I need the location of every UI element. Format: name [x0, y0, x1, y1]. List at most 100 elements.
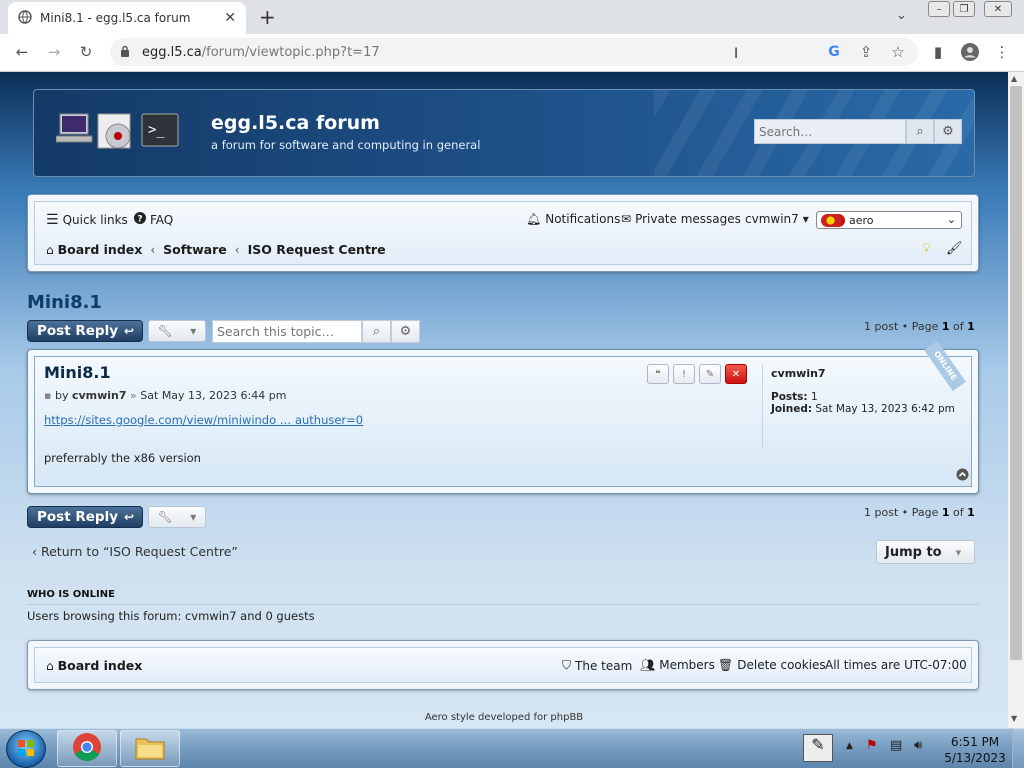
system-clock[interactable]: 6:51 PM 5/13/2023 [942, 734, 1008, 766]
search-icon[interactable]: ⌕ [362, 320, 391, 343]
post-title[interactable]: Mini8.1 [44, 363, 111, 382]
network-icon[interactable]: ▤ [890, 738, 902, 753]
caret-down-icon: ▾ [190, 510, 197, 524]
url-text: egg.l5.ca/forum/viewtopic.php?t=17 [142, 44, 380, 60]
report-icon[interactable]: ! [673, 364, 695, 384]
advanced-search-gear-icon[interactable]: ⚙ [934, 119, 962, 144]
breadcrumb-iso-request-centre[interactable]: ISO Request Centre [248, 242, 386, 257]
side-panel-icon[interactable]: ▮ [926, 40, 950, 64]
return-link[interactable]: ‹ Return to “ISO Request Centre” [32, 544, 238, 559]
style-select[interactable]: aero ⌄ [816, 211, 962, 229]
taskbar-chrome-button[interactable] [57, 730, 117, 767]
delete-icon[interactable]: ✕ [725, 364, 747, 384]
text-cursor-icon: I [734, 46, 739, 62]
question-circle-icon: ? [134, 212, 146, 227]
restore-button[interactable]: ❐ [953, 1, 975, 17]
site-logo[interactable]: >_ [55, 110, 180, 152]
lightbulb-icon[interactable]: 💡︎ [922, 241, 931, 256]
folder-icon [134, 733, 166, 764]
quick-links-button[interactable]: ☰ Quick links [46, 212, 128, 228]
caret-down-icon: ▾ [190, 324, 197, 338]
post-reply-button[interactable]: Post Reply ↩ [27, 320, 143, 342]
post-file-icon[interactable]: ▪ [44, 389, 51, 402]
profile-icon[interactable] [958, 40, 982, 64]
show-hidden-icons-icon[interactable]: ▲ [846, 741, 853, 751]
pagination-top: 1 post • Page 1 of 1 [864, 320, 975, 333]
advanced-search-gear-icon[interactable]: ⚙ [391, 320, 420, 343]
browser-tab[interactable]: Mini8.1 - egg.l5.ca forum ✕ [8, 2, 246, 34]
google-icon[interactable]: G [822, 40, 846, 64]
start-button[interactable] [6, 730, 46, 768]
tab-strip: Mini8.1 - egg.l5.ca forum ✕ + ⌄ – ❐ ✕ [0, 0, 1024, 34]
home-icon: ⌂ [46, 658, 54, 673]
scroll-up-icon[interactable]: ▲ [1011, 74, 1017, 83]
wrench-icon: 🔧︎ [157, 510, 173, 524]
footer-nav: ⌂ Board index ⛉ The team 👥︎ Members 🗑︎ D… [27, 640, 979, 690]
bell-icon: 🔔︎ [526, 212, 542, 226]
header-search: ⌕ ⚙ [754, 119, 963, 144]
caret-down-icon: ▾ [955, 545, 962, 559]
caret-down-icon: ▾ [802, 212, 809, 226]
post-body: preferrably the x86 version [44, 451, 201, 465]
back-icon[interactable]: ← [10, 40, 34, 64]
post-author[interactable]: cvmwin7 [72, 389, 127, 402]
topic-search-input[interactable] [212, 320, 362, 343]
chrome-icon [72, 732, 102, 765]
divider [27, 604, 979, 605]
notifications-link[interactable]: 🔔︎ Notifications [526, 212, 620, 226]
browser-toolbar: ← → ↻ egg.l5.ca/forum/viewtopic.php?t=17… [0, 34, 1024, 72]
reply-arrow-icon: ↩ [124, 510, 135, 524]
quote-icon[interactable]: ❝ [647, 364, 669, 384]
style-swatch-icon [821, 214, 845, 227]
minimize-button[interactable]: – [928, 1, 950, 17]
topic-tools-button-bottom[interactable]: 🔧︎ ▾ [148, 506, 206, 528]
svg-text:?: ? [137, 215, 142, 225]
members-link[interactable]: 👥︎ Members [640, 658, 715, 672]
jump-to-button[interactable]: Jump to ▾ [876, 540, 975, 564]
paintbrush-icon[interactable]: 🖌︎ [946, 241, 963, 256]
show-desktop-button[interactable] [1012, 728, 1024, 768]
post-profile: cvmwin7 Posts: 1 Joined: Sat May 13, 202… [762, 364, 966, 448]
profile-posts-count[interactable]: 1 [811, 391, 818, 403]
trash-icon: 🗑︎ [718, 658, 734, 672]
post-meta: ▪ by cvmwin7 » Sat May 13, 2023 6:44 pm [44, 389, 287, 402]
pen-tablet-icon[interactable]: ✎ [803, 734, 833, 762]
post-link[interactable]: https://sites.google.com/view/miniwindo … [44, 413, 363, 427]
new-tab-icon[interactable]: + [259, 5, 276, 29]
close-window-button[interactable]: ✕ [984, 1, 1012, 17]
tab-search-icon[interactable]: ⌄ [896, 8, 907, 23]
profile-joined-date: Sat May 13, 2023 6:42 pm [815, 403, 955, 415]
breadcrumb-software[interactable]: Software [163, 242, 227, 257]
close-tab-icon[interactable]: ✕ [224, 10, 236, 26]
scroll-down-icon[interactable]: ▼ [1011, 714, 1017, 723]
taskbar-explorer-button[interactable] [120, 730, 180, 767]
post-reply-button-bottom[interactable]: Post Reply ↩ [27, 506, 143, 528]
the-team-link[interactable]: ⛉ The team [562, 658, 632, 673]
site-name[interactable]: egg.l5.ca forum [211, 112, 380, 134]
search-icon[interactable]: ⌕ [906, 119, 934, 144]
page-title[interactable]: Mini8.1 [27, 292, 102, 313]
share-icon[interactable]: ⇪ [854, 40, 878, 64]
forward-icon[interactable]: → [42, 40, 66, 64]
faq-link[interactable]: ? FAQ [134, 212, 173, 227]
delete-cookies-link[interactable]: 🗑︎ Delete cookies [718, 658, 826, 672]
breadcrumb-board-index[interactable]: Board index [58, 242, 143, 257]
reload-icon[interactable]: ↻ [74, 40, 98, 64]
bookmark-star-icon[interactable]: ☆ [886, 40, 910, 64]
edit-pencil-icon[interactable]: ✎ [699, 364, 721, 384]
clock-time: 6:51 PM [950, 735, 1000, 749]
home-icon: ⌂ [46, 242, 54, 257]
volume-icon[interactable]: 🔊︎ [914, 738, 922, 753]
private-messages-link[interactable]: ✉︎ Private messages [621, 212, 741, 226]
menu-icon[interactable]: ⋮ [990, 40, 1014, 64]
scrollbar-thumb[interactable] [1010, 86, 1022, 660]
reply-arrow-icon: ↩ [124, 324, 135, 338]
chevron-down-icon: ⌄ [946, 213, 956, 226]
action-center-flag-icon[interactable]: ⚑ [866, 738, 878, 753]
footer-board-index[interactable]: ⌂ Board index [46, 658, 142, 673]
header-search-input[interactable] [754, 119, 906, 144]
user-menu[interactable]: cvmwin7 ▾ [745, 212, 809, 226]
address-bar[interactable]: egg.l5.ca/forum/viewtopic.php?t=17 [110, 38, 918, 66]
back-to-top-icon[interactable] [956, 468, 969, 484]
topic-tools-button[interactable]: 🔧︎ ▾ [148, 320, 206, 342]
